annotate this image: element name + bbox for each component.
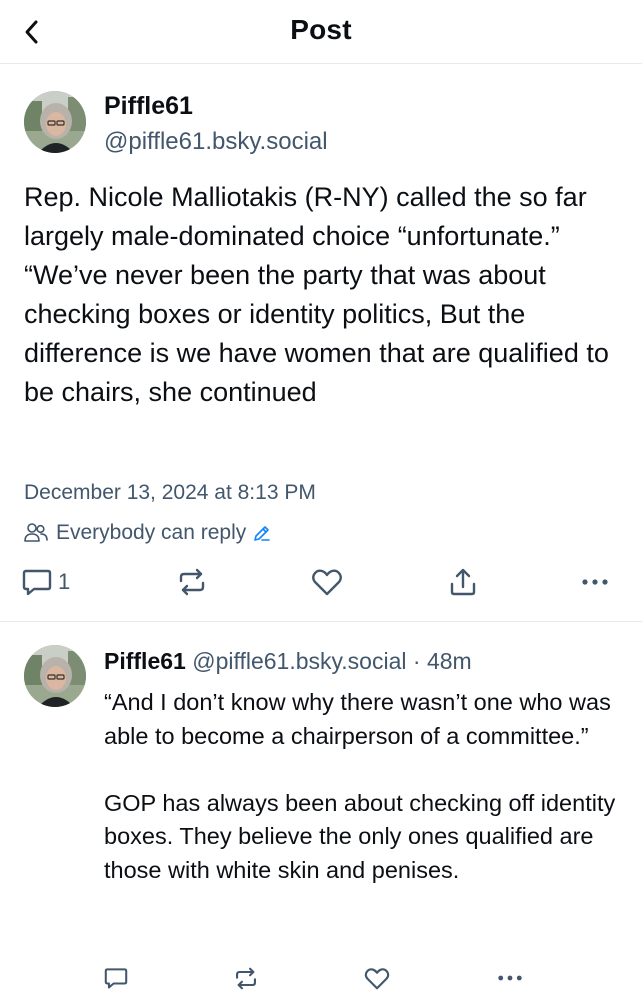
author-name[interactable]: Piffle61 bbox=[104, 92, 193, 121]
reply-paragraph: GOP has always been about checking off i… bbox=[104, 789, 616, 883]
reply-count: 1 bbox=[58, 569, 71, 594]
people-icon bbox=[24, 523, 48, 542]
more-horizontal-icon bbox=[498, 975, 522, 981]
reply-header: Piffle61 @piffle61.bsky.social · 48m bbox=[104, 648, 472, 675]
reply-actions bbox=[0, 958, 642, 998]
heart-icon bbox=[312, 569, 342, 596]
reply-text: “And I don’t know why there wasn’t one w… bbox=[104, 686, 624, 887]
reply-button[interactable]: 1 bbox=[22, 562, 70, 602]
reply-paragraph: “And I don’t know why there wasn’t one w… bbox=[104, 689, 611, 749]
author-handle[interactable]: @piffle61.bsky.social bbox=[104, 128, 328, 156]
repost-icon bbox=[179, 568, 205, 596]
reply-reply-button[interactable] bbox=[104, 958, 128, 998]
post-actions: 1 bbox=[0, 562, 642, 602]
reply-avatar[interactable] bbox=[24, 645, 86, 707]
share-icon bbox=[450, 568, 476, 596]
reply-setting-label: Everybody can reply bbox=[56, 521, 247, 544]
top-bar: Post bbox=[0, 0, 642, 64]
share-button[interactable] bbox=[449, 562, 477, 602]
more-options-button[interactable] bbox=[581, 562, 609, 602]
repost-icon bbox=[236, 967, 256, 989]
reply-more-options-button[interactable] bbox=[497, 958, 523, 998]
reply-timestamp: 48m bbox=[426, 648, 472, 674]
avatar[interactable] bbox=[24, 91, 86, 153]
reply-setting[interactable]: Everybody can reply bbox=[24, 518, 272, 548]
avatar-image bbox=[24, 91, 86, 153]
separator-dot: · bbox=[412, 648, 421, 674]
post-date: December 13, 2024 at 8:13 PM bbox=[24, 481, 316, 504]
reply-repost-button[interactable] bbox=[233, 958, 259, 998]
like-button[interactable] bbox=[311, 562, 343, 602]
reply-author-handle[interactable]: @piffle61.bsky.social bbox=[192, 648, 406, 674]
reply-author-name[interactable]: Piffle61 bbox=[104, 648, 186, 674]
divider bbox=[0, 621, 642, 622]
comment-icon bbox=[22, 569, 52, 596]
comment-icon bbox=[104, 968, 128, 989]
more-horizontal-icon bbox=[582, 579, 608, 585]
heart-icon bbox=[364, 967, 390, 989]
avatar-image bbox=[24, 645, 86, 707]
page-title: Post bbox=[290, 14, 352, 45]
repost-button[interactable] bbox=[176, 562, 208, 602]
reply-like-button[interactable] bbox=[364, 958, 390, 998]
pencil-icon bbox=[254, 526, 271, 541]
post-text: Rep. Nicole Malliotakis (R-NY) called th… bbox=[24, 182, 609, 407]
